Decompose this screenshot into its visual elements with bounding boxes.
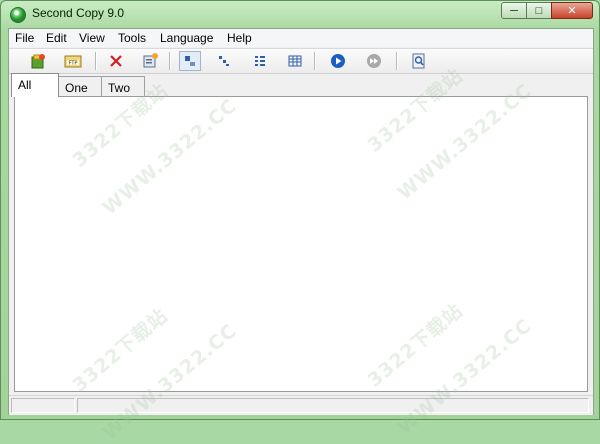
caption-buttons: ─ □ ✕ [501,2,593,20]
properties-button[interactable] [139,51,161,71]
svg-text:FTP: FTP [69,61,78,67]
properties-icon [143,53,158,68]
view-details-icon [288,55,302,67]
menu-tools[interactable]: Tools [118,31,146,45]
run-icon [331,54,345,68]
view-small-icons-button[interactable] [213,51,235,71]
status-pane-main [77,398,589,413]
minimize-button[interactable]: ─ [501,2,527,19]
delete-icon [110,55,122,67]
view-details-button[interactable] [284,51,306,71]
find-icon [412,53,425,69]
view-large-icons-icon [185,56,195,66]
menu-file[interactable]: File [15,31,34,45]
menu-help[interactable]: Help [227,31,252,45]
menu-bar: File Edit View Tools Language Help [9,29,593,47]
status-bar [9,395,593,415]
view-small-icons-icon [219,56,229,66]
run-button[interactable] [327,51,349,71]
new-profile-icon [31,54,45,69]
delete-button[interactable] [105,51,127,71]
menu-edit[interactable]: Edit [46,31,67,45]
toolbar: FTP [9,48,593,74]
new-profile-button[interactable] [27,51,49,71]
profile-tabs: All One Two [9,73,593,97]
app-window: Second Copy 9.0 ─ □ ✕ File Edit View Too… [0,0,600,444]
tab-one[interactable]: One [58,76,102,96]
menu-language[interactable]: Language [160,31,213,45]
status-pane-left [11,398,75,413]
profile-list[interactable] [14,96,588,392]
find-button[interactable] [408,51,430,71]
tab-two[interactable]: Two [101,76,145,96]
close-button[interactable]: ✕ [551,2,593,19]
title-bar[interactable]: Second Copy 9.0 ─ □ ✕ [1,1,599,27]
client-area: File Edit View Tools Language Help FTP A… [8,28,594,415]
tab-all[interactable]: All [11,73,59,97]
menu-view[interactable]: View [79,31,105,45]
ftp-button[interactable]: FTP [62,51,84,71]
view-list-button[interactable] [249,51,271,71]
ftp-icon: FTP [64,55,82,68]
app-icon [10,7,26,23]
maximize-button[interactable]: □ [526,2,552,19]
run-all-icon [367,54,381,68]
window-title: Second Copy 9.0 [32,6,125,20]
view-list-icon [255,56,265,66]
view-large-icons-button[interactable] [179,51,201,71]
run-all-button[interactable] [363,51,385,71]
